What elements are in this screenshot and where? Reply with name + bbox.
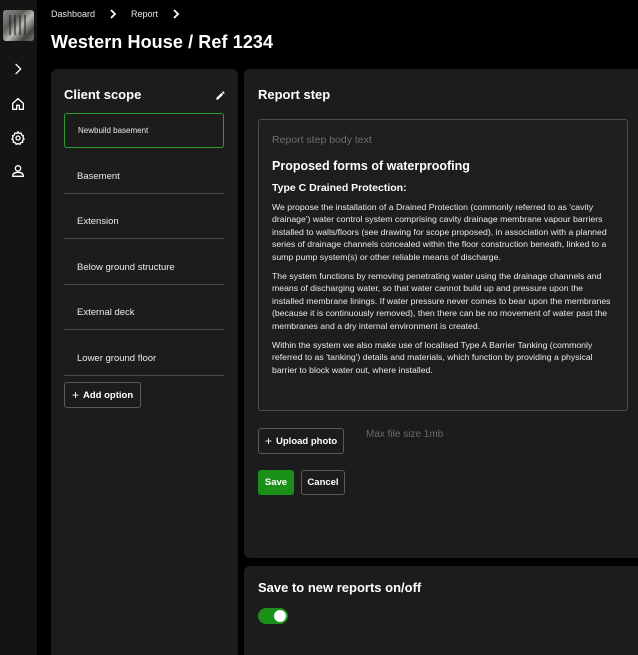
project-thumbnail[interactable]	[3, 10, 34, 41]
editor-paragraph-3: Within the system we also make use of lo…	[272, 340, 593, 375]
pencil-icon[interactable]	[215, 88, 226, 100]
breadcrumb-dashboard[interactable]: Dashboard	[51, 9, 95, 19]
scope-option-external-deck[interactable]: External deck	[64, 295, 224, 330]
scope-option-below-ground-structure[interactable]: Below ground structure	[64, 250, 224, 285]
editor-placeholder: Report step body text	[272, 134, 372, 146]
scope-option-basement[interactable]: Basement	[64, 159, 224, 194]
report-step-editor[interactable]: Report step body text Proposed forms of …	[258, 119, 628, 411]
report-step-heading: Report step	[258, 87, 331, 102]
add-option-label: Add option	[83, 389, 134, 401]
gear-icon[interactable]	[9, 129, 27, 147]
chevron-right-icon	[109, 9, 117, 19]
upload-photo-button[interactable]: + Upload photo	[258, 428, 345, 454]
save-button[interactable]: Save	[258, 470, 294, 495]
max-file-size-note: Max file size 1mb	[366, 429, 444, 440]
editor-paragraph-1: We propose the installation of a Drained…	[272, 202, 607, 262]
report-step-panel: Report step Report step body text Propos…	[244, 69, 638, 558]
client-scope-heading: Client scope	[64, 87, 142, 102]
breadcrumb: Dashboard Report	[51, 9, 194, 19]
scope-option-lower-ground-floor[interactable]: Lower ground floor	[64, 341, 224, 376]
chevron-right-icon[interactable]	[9, 60, 27, 78]
editor-paragraph-2: The system functions by removing penetra…	[272, 271, 611, 331]
save-to-new-reports-panel: Save to new reports on/off	[244, 566, 638, 655]
scope-option-extension[interactable]: Extension	[64, 204, 224, 239]
side-nav	[0, 0, 37, 655]
upload-photo-label: Upload photo	[276, 435, 338, 447]
cancel-button[interactable]: Cancel	[301, 470, 345, 495]
client-scope-panel: Client scope Newbuild basement Basement …	[51, 69, 238, 655]
plus-icon: +	[265, 434, 273, 448]
save-to-new-reports-toggle[interactable]	[258, 608, 288, 624]
chevron-right-icon	[172, 9, 180, 19]
toggle-knob	[274, 610, 286, 622]
home-icon[interactable]	[9, 95, 27, 113]
save-to-new-reports-heading: Save to new reports on/off	[258, 580, 422, 595]
editor-body-subtitle: Type C Drained Protection:	[272, 182, 407, 194]
add-option-button[interactable]: + Add option	[64, 382, 142, 408]
plus-icon: +	[72, 388, 80, 402]
scope-option-newbuild-basement[interactable]: Newbuild basement	[64, 113, 224, 148]
user-icon[interactable]	[9, 162, 27, 180]
editor-body-title: Proposed forms of waterproofing	[272, 159, 470, 173]
page-title: Western House / Ref 1234	[51, 32, 274, 52]
breadcrumb-report[interactable]: Report	[131, 9, 158, 19]
